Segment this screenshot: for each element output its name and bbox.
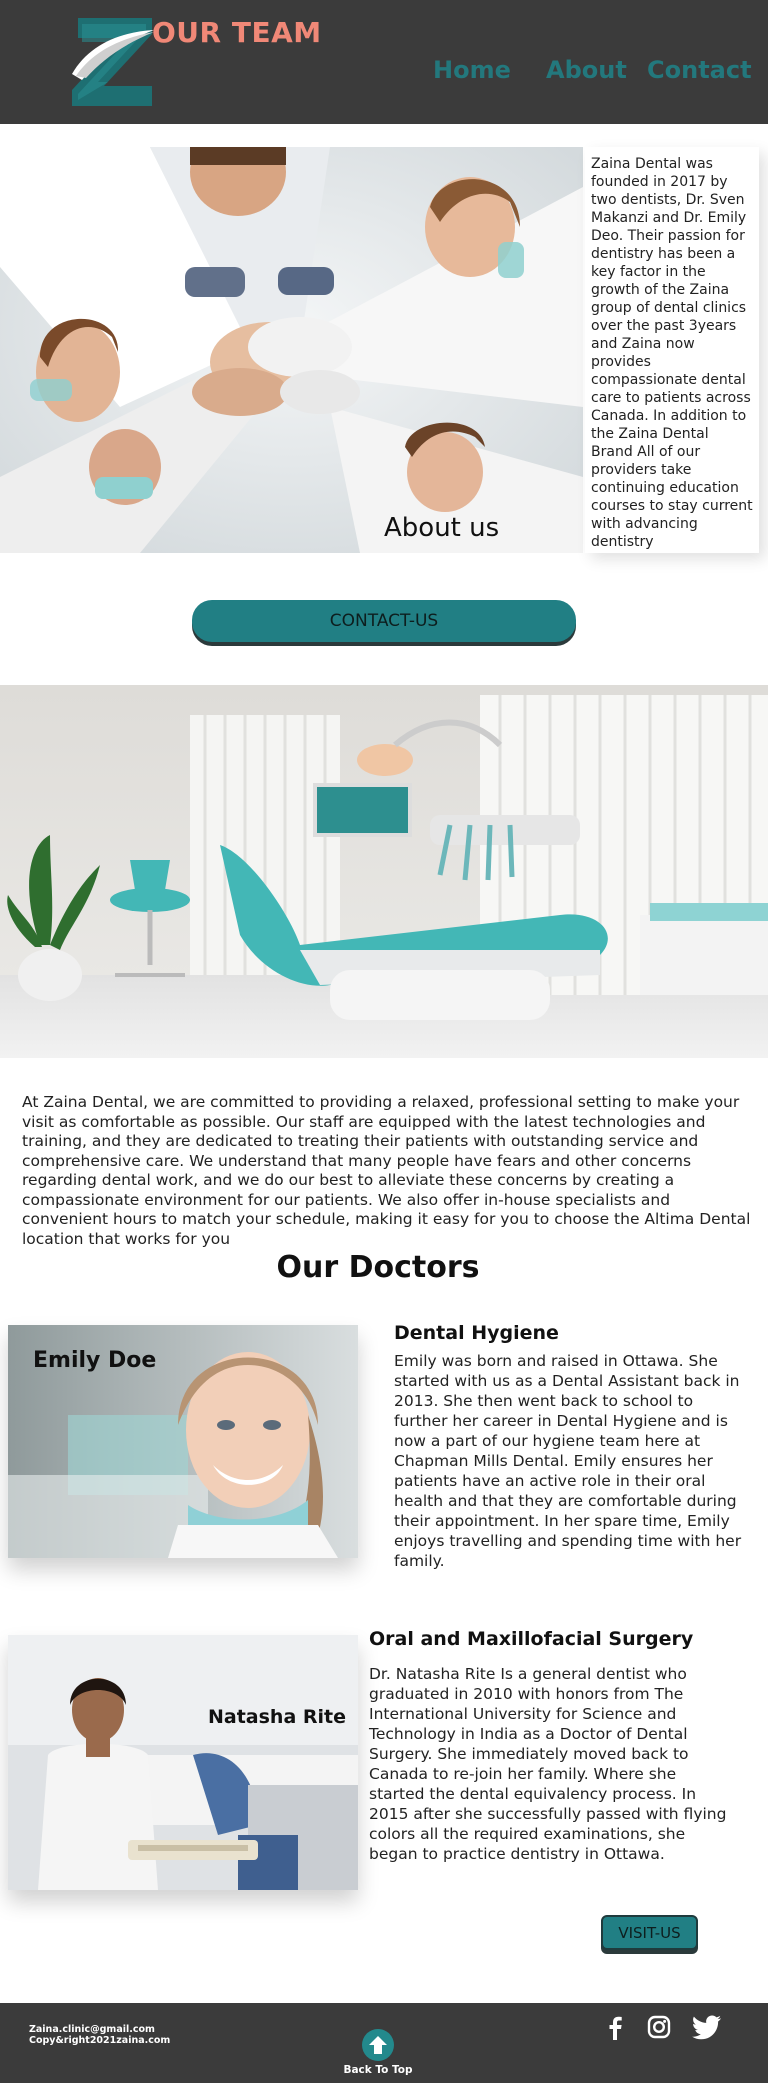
nav-home-link[interactable]: Home (433, 56, 511, 84)
about-text: Zaina Dental was founded in 2017 by two … (585, 147, 759, 553)
doctor-bio-emily: Emily was born and raised in Ottawa. She… (394, 1352, 742, 1570)
back-to-top-button[interactable] (362, 2029, 394, 2061)
site-title: OUR TEAM (152, 16, 322, 49)
visit-us-button[interactable]: VISIT-US (601, 1915, 698, 1950)
site-header: OUR TEAM Home About Contact (0, 0, 768, 124)
instagram-icon[interactable] (646, 2014, 672, 2040)
contact-us-button[interactable]: CONTACT-US (192, 600, 576, 642)
footer-copyright: Copy&right2021zaina.com (29, 2035, 171, 2046)
doctor-specialty-natasha: Oral and Maxillofacial Surgery (369, 1628, 694, 1650)
twitter-icon[interactable] (692, 2014, 722, 2040)
clinic-photo (0, 685, 768, 1058)
doctor-photo-natasha (8, 1635, 358, 1890)
doctor-specialty-emily: Dental Hygiene (394, 1322, 559, 1344)
intro-paragraph: At Zaina Dental, we are committed to pro… (22, 1093, 751, 1248)
back-to-top-label[interactable]: Back To Top (340, 2064, 416, 2076)
arrow-up-icon (369, 2036, 387, 2054)
nav-about-link[interactable]: About (546, 56, 627, 84)
nav-contact-link[interactable]: Contact (647, 56, 752, 84)
doctor-name-emily: Emily Doe (33, 1348, 157, 1373)
footer-contact: Zaina.clinic@gmail.com Copy&right2021zai… (29, 2024, 170, 2046)
footer-email[interactable]: Zaina.clinic@gmail.com (29, 2024, 170, 2035)
team-photo (0, 147, 583, 553)
logo-z-icon[interactable] (68, 16, 156, 108)
doctor-bio-natasha: Dr. Natasha Rite Is a general dentist wh… (369, 1665, 727, 1863)
facebook-icon[interactable] (602, 2014, 628, 2040)
doctors-heading: Our Doctors (276, 1250, 480, 1285)
about-heading: About us (384, 513, 500, 543)
doctor-name-natasha: Natasha Rite (208, 1706, 347, 1728)
